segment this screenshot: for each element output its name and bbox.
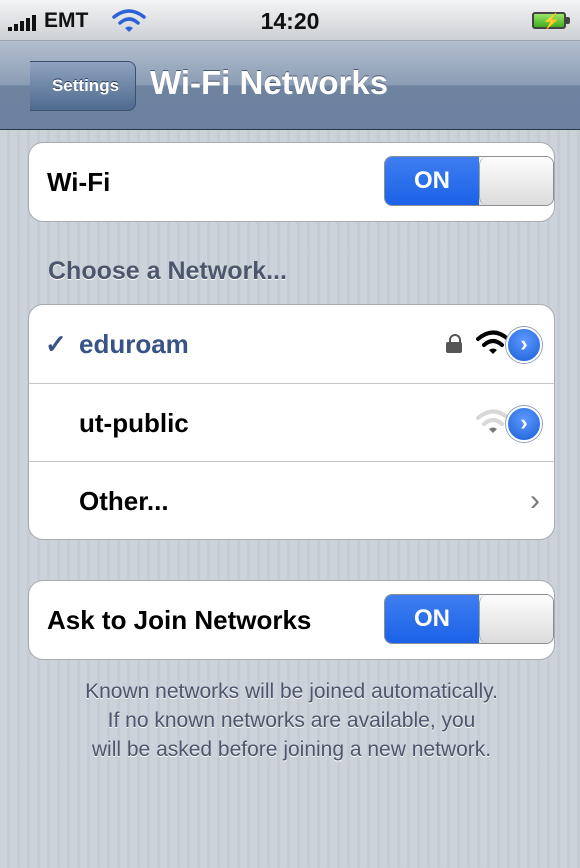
- ask-join-label: Ask to Join Networks: [47, 605, 312, 635]
- ask-join-group: Ask to Join Networks ON: [28, 580, 555, 660]
- network-details-button[interactable]: ›: [506, 327, 542, 363]
- wifi-group: Wi-Fi ON: [28, 142, 555, 222]
- network-row-ut-public[interactable]: ut-public ›: [29, 383, 554, 461]
- network-details-button[interactable]: ›: [506, 406, 542, 442]
- ask-join-toggle-knob[interactable]: [479, 595, 553, 643]
- chevron-right-icon: ›: [530, 484, 540, 517]
- wifi-toggle-knob[interactable]: [479, 157, 553, 205]
- lock-icon: [446, 334, 462, 353]
- footer-line-1: Known networks will be joined automatica…: [85, 680, 498, 703]
- wifi-toggle[interactable]: ON: [384, 156, 554, 206]
- ask-join-toggle-state: ON: [385, 595, 479, 643]
- footer-line-2: If no known networks are available, you: [107, 709, 476, 732]
- battery-charging-icon: ⚡: [532, 12, 570, 30]
- wifi-row: Wi-Fi ON: [29, 143, 554, 221]
- back-button[interactable]: Settings: [30, 61, 136, 111]
- ask-join-description: Known networks will be joined automatica…: [28, 677, 555, 764]
- page-title: Wi-Fi Networks: [150, 64, 389, 101]
- navigation-bar: Settings Wi-Fi Networks: [0, 41, 580, 130]
- network-row-other[interactable]: Other... ›: [29, 461, 554, 539]
- ask-join-toggle[interactable]: ON: [384, 594, 554, 644]
- networks-group: ✓ eduroam › ut-public › Other... ›: [28, 304, 555, 540]
- back-button-label: Settings: [51, 76, 120, 95]
- wifi-toggle-state: ON: [385, 157, 479, 205]
- checkmark-icon: ✓: [45, 329, 67, 359]
- wifi-label: Wi-Fi: [47, 167, 111, 197]
- network-name: eduroam: [79, 329, 189, 359]
- status-bar: EMT 14:20 ⚡: [0, 0, 580, 41]
- ask-join-row: Ask to Join Networks ON: [29, 581, 554, 659]
- section-title: Choose a Network...: [48, 257, 287, 285]
- network-row-eduroam[interactable]: ✓ eduroam ›: [29, 305, 554, 383]
- network-name: ut-public: [79, 408, 189, 438]
- footer-line-3: will be asked before joining a new netwo…: [91, 738, 492, 761]
- clock: 14:20: [260, 8, 320, 34]
- other-network-label: Other...: [79, 486, 169, 516]
